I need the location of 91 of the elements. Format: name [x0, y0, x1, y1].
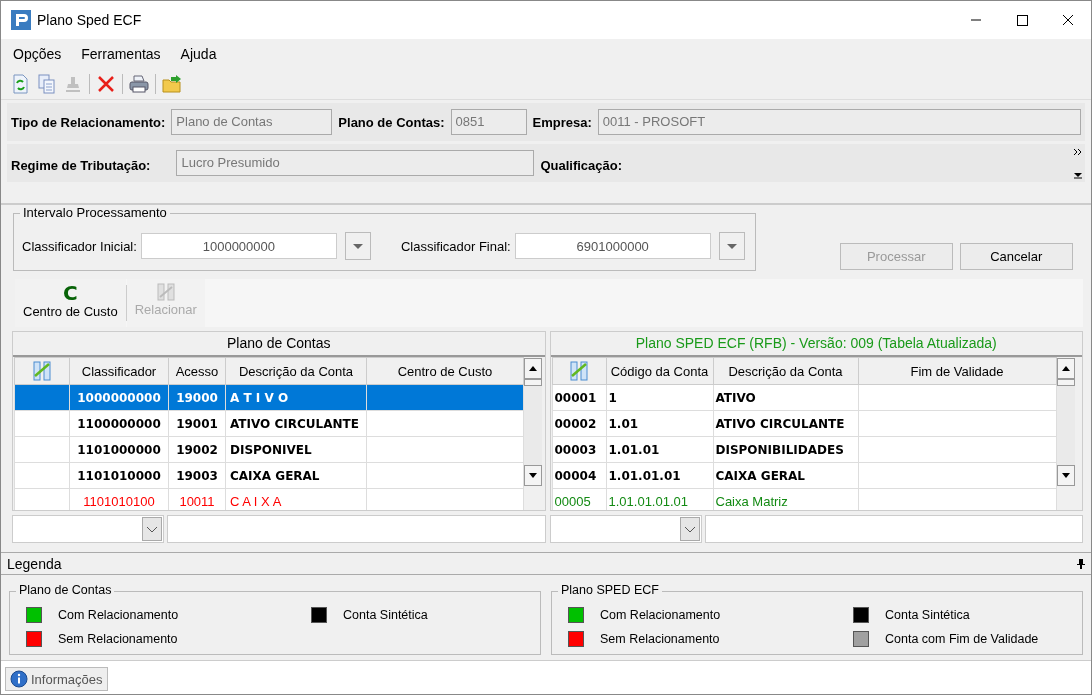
table-row[interactable]: 00001 1 ATIVO [552, 384, 1056, 411]
column-header[interactable]: Descrição da Conta [713, 357, 858, 385]
table-cell: 1.01.01.01 [606, 462, 713, 489]
filter-field[interactable] [704, 515, 1083, 543]
field-label: Qualificação: [540, 157, 623, 173]
table-row[interactable]: 1100000000 19001 ATIVO CIRCULANTE [14, 410, 524, 437]
table-cell: DISPONIVEL [225, 436, 367, 463]
table-cell: ATIVO CIRCULANTE [225, 410, 367, 437]
table-cell: 19002 [168, 436, 226, 463]
table-cell: 1.01 [606, 410, 713, 437]
table-cell: 00001 [552, 384, 606, 411]
dropdown-icon[interactable] [344, 232, 371, 260]
document-refresh-icon[interactable] [11, 74, 31, 94]
copy-icon[interactable] [37, 74, 57, 94]
group-title: Plano SPED ECF [558, 583, 662, 597]
filter-dropdown[interactable] [12, 515, 164, 543]
column-header[interactable]: Código da Conta [606, 357, 713, 385]
table-cell: A T I V O [225, 384, 367, 411]
folder-arrow-icon[interactable] [162, 74, 182, 94]
table-cell: 1000000000 [69, 384, 169, 411]
table-cell: CAIXA GERAL [713, 462, 858, 489]
menu-item[interactable]: Opções [9, 44, 66, 64]
dropdown-icon[interactable] [718, 232, 745, 260]
table-cell: 1100000000 [69, 410, 169, 437]
table-cell: 1.01.01 [606, 436, 713, 463]
table-cell: ATIVO [713, 384, 858, 411]
column-header[interactable]: Acesso [168, 357, 226, 385]
info-icon [10, 670, 28, 688]
legend-label: Com Relacionamento [58, 608, 179, 622]
table-cell: 00002 [552, 410, 606, 437]
table-cell: 00003 [552, 436, 606, 463]
group-title: Plano de Contas [16, 583, 115, 597]
letter-icon: C [63, 282, 78, 304]
table-row[interactable]: 1000000000 19000 A T I V O [14, 384, 524, 411]
delete-icon[interactable] [96, 74, 116, 94]
chevron-down-icon [142, 517, 162, 541]
grid-link-icon[interactable] [568, 360, 590, 382]
menu-item[interactable]: Ajuda [176, 44, 221, 64]
filter-field[interactable] [167, 515, 546, 543]
panel-title: Legenda [7, 555, 62, 572]
ribbon-button[interactable]: C Centro de Custo [15, 279, 126, 327]
chevron-down-icon [679, 517, 700, 541]
legend-label: Conta Sintética [343, 608, 428, 622]
field-label: Regime de Tributação: [11, 157, 151, 173]
table-row[interactable]: 1101010100 10011 C A I X A [14, 488, 524, 510]
app-logo-icon [11, 10, 31, 30]
table-row[interactable]: 1101000000 19002 DISPONIVEL [14, 436, 524, 463]
table-cell: 00004 [552, 462, 606, 489]
group-title: Intervalo Processamento [20, 205, 170, 220]
vertical-scrollbar[interactable] [524, 358, 542, 486]
table-cell: Caixa Matriz [713, 488, 858, 510]
pin-icon[interactable] [1077, 558, 1085, 569]
table-cell: DISPONIBILIDADES [713, 436, 858, 463]
menu-item[interactable]: Ferramentas [77, 44, 165, 64]
legend-label: Conta com Fim de Validade [885, 632, 1039, 646]
field-label: Tipo de Relacionamento: [11, 114, 166, 130]
table-cell: 00005 [552, 488, 606, 510]
table-row[interactable]: 00002 1.01 ATIVO CIRCULANTE [552, 410, 1056, 437]
action-button[interactable]: Cancelar [959, 243, 1073, 270]
column-header[interactable]: Fim de Validade [858, 357, 1056, 385]
text-field[interactable]: 1000000000 [140, 233, 337, 259]
table-cell: ATIVO CIRCULANTE [713, 410, 858, 437]
printer-icon[interactable] [129, 74, 149, 94]
column-header[interactable]: Classificador [69, 357, 169, 385]
legend-label: Conta Sintética [885, 608, 970, 622]
text-field[interactable]: 6901000000 [514, 233, 711, 259]
grid-link-icon[interactable] [31, 360, 53, 382]
field-label: Classificador Inicial: [22, 238, 137, 254]
column-header[interactable]: Descrição da Conta [225, 357, 367, 385]
table-row[interactable]: 00005 1.01.01.01.01 Caixa Matriz [552, 488, 1056, 510]
field-label: Empresa: [532, 114, 592, 130]
legend-label: Com Relacionamento [600, 608, 721, 622]
filter-dropdown[interactable] [549, 515, 702, 543]
field-label: Classificador Final: [400, 238, 511, 254]
field-label: Plano de Contas: [338, 114, 445, 130]
table-row[interactable]: 00003 1.01.01 DISPONIBILIDADES [552, 436, 1056, 463]
legend-label: Sem Relacionamento [58, 632, 178, 646]
table-cell: 1 [606, 384, 713, 411]
table-cell: 19001 [168, 410, 226, 437]
link-grid-icon [155, 282, 176, 302]
table-cell: CAIXA GERAL [225, 462, 367, 489]
column-header[interactable]: Centro de Custo [366, 357, 524, 385]
window-title: Plano Sped ECF [37, 12, 143, 28]
table-cell: 1.01.01.01.01 [606, 488, 713, 510]
tab[interactable]: Informações [5, 667, 108, 691]
table-row[interactable]: 00004 1.01.01.01 CAIXA GERAL [552, 462, 1056, 489]
legend-label: Sem Relacionamento [600, 632, 720, 646]
table-row[interactable]: 1101010000 19003 CAIXA GERAL [14, 462, 524, 489]
table-cell: 1101000000 [69, 436, 169, 463]
table-cell: 1101010000 [69, 462, 169, 489]
table-cell: 19003 [168, 462, 226, 489]
